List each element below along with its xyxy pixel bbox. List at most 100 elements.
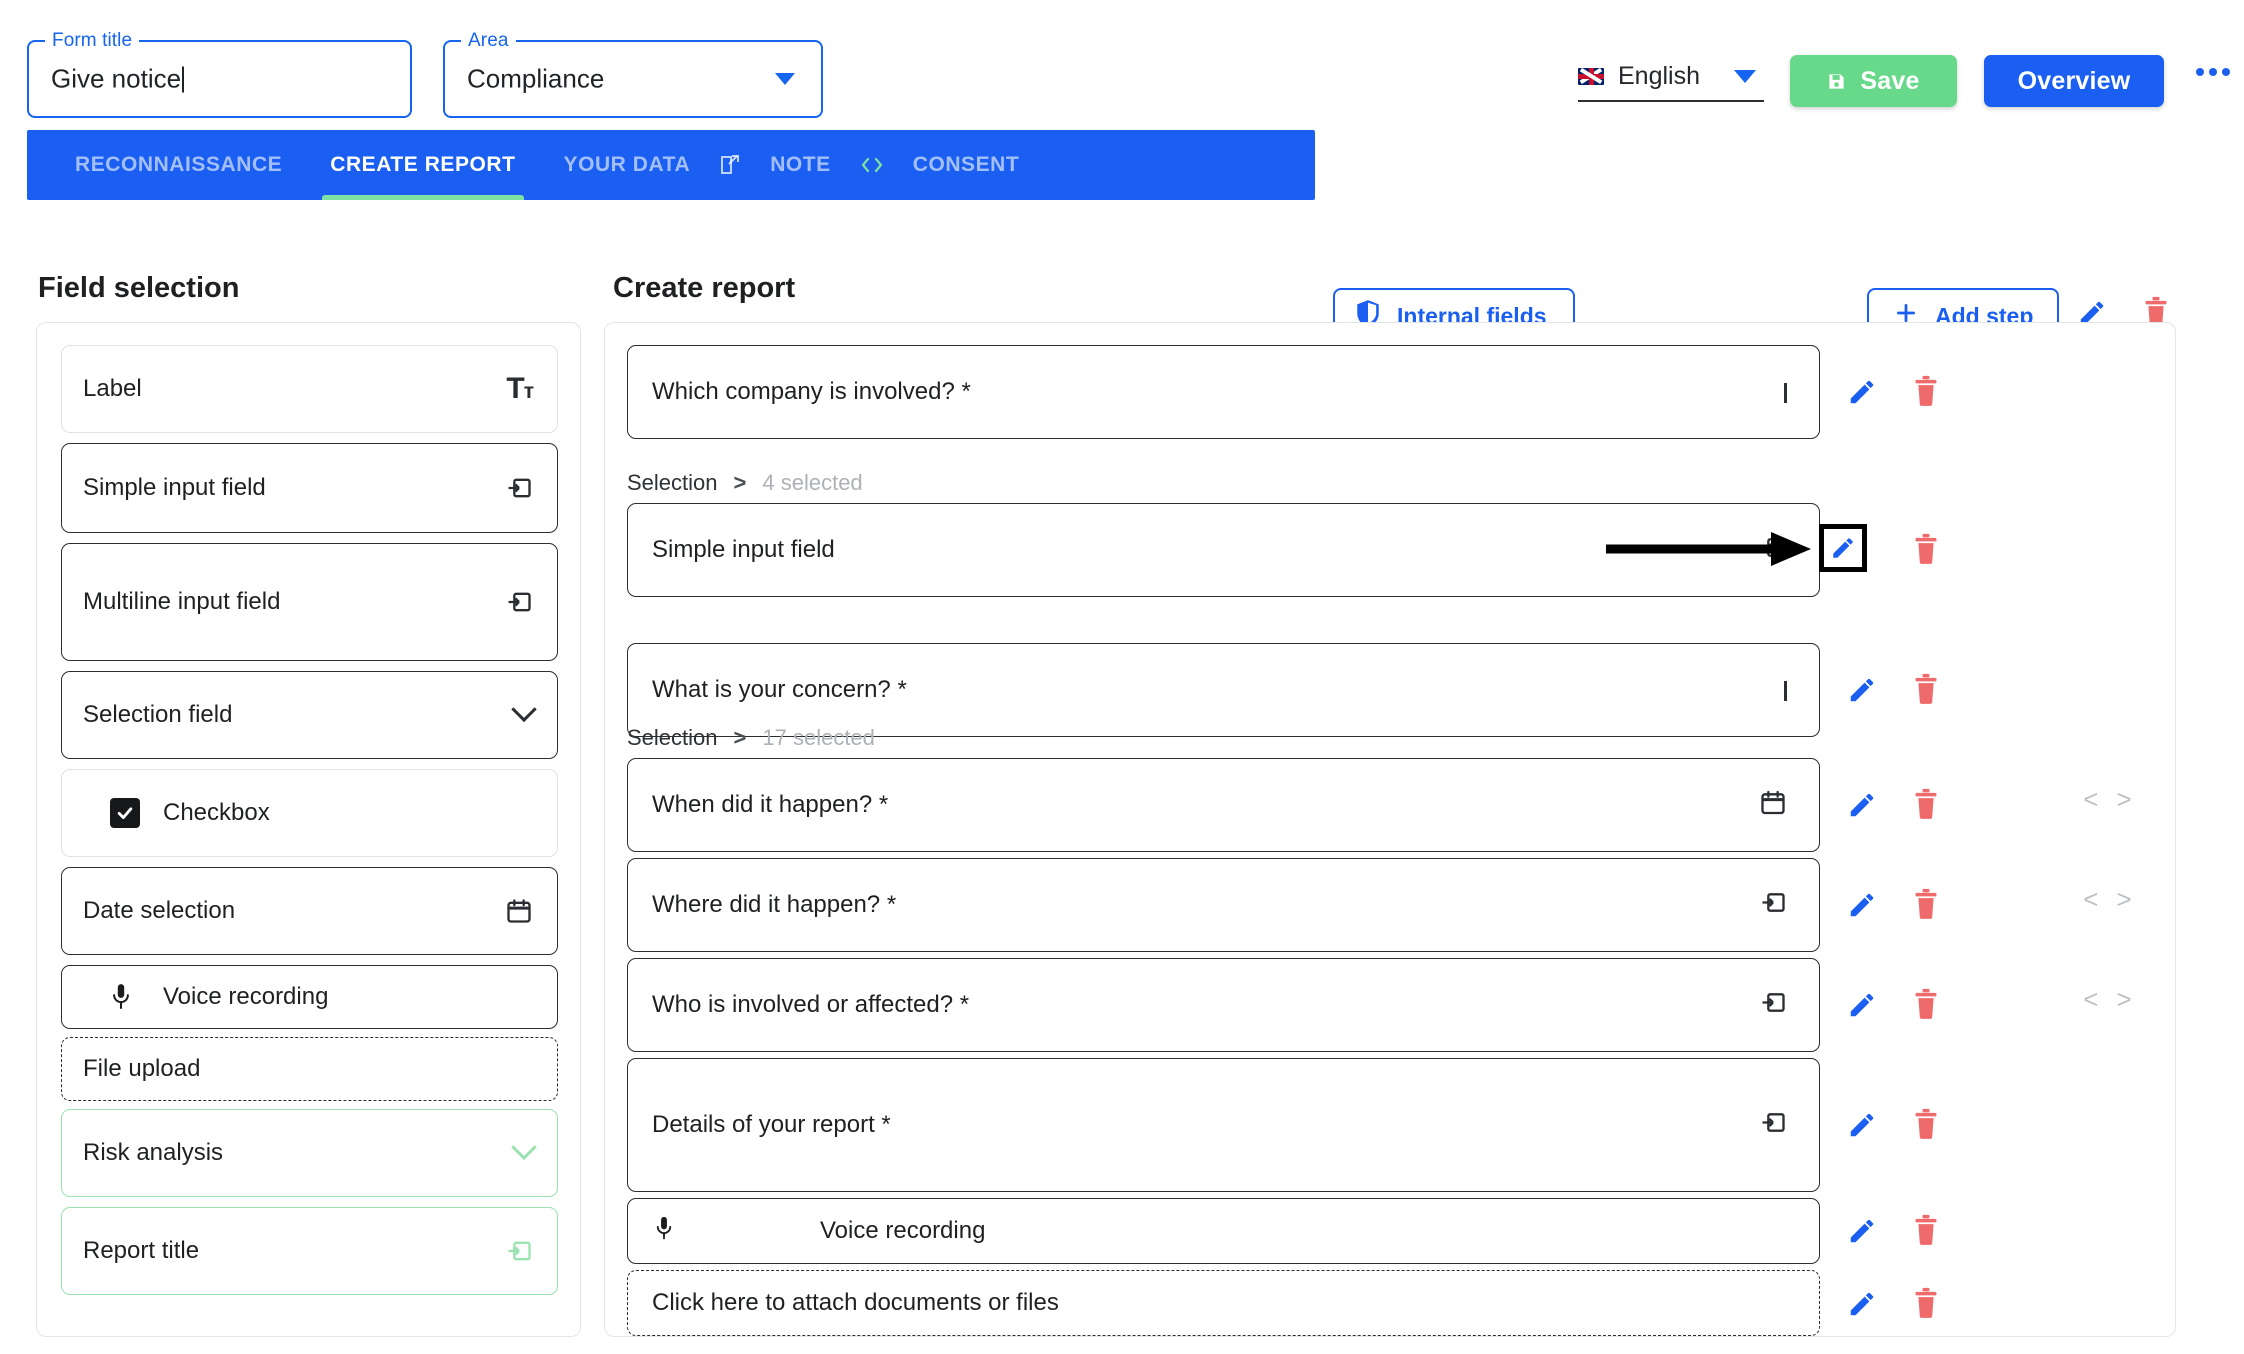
- row-edit-button[interactable]: [1847, 1216, 1877, 1251]
- field-item-selection-field[interactable]: Selection field: [61, 671, 558, 759]
- row-edit-button[interactable]: [1847, 675, 1877, 710]
- create-report-panel: Which company is involved? * Selection >…: [604, 322, 2176, 1337]
- form-title-legend: Form title: [45, 30, 140, 52]
- report-row-label: What is your concern? *: [652, 676, 907, 703]
- field-item-simple-input[interactable]: Simple input field: [61, 443, 558, 533]
- selection-info-key: Selection: [627, 470, 718, 495]
- code-brackets-icon[interactable]: [855, 154, 889, 176]
- more-horizontal-icon[interactable]: [2196, 68, 2230, 76]
- field-item-voice-recording[interactable]: Voice recording: [61, 965, 558, 1029]
- area-select[interactable]: Area Compliance: [443, 30, 823, 118]
- field-selection-panel: Label Tт Simple input field Multiline in…: [36, 322, 581, 1337]
- chevron-down-icon: [1784, 681, 1787, 701]
- tab-bar-wrapper: RECONNAISSANCE CREATE REPORT YOUR DATA N…: [0, 130, 2244, 344]
- report-row-file-upload[interactable]: Click here to attach documents or files: [627, 1270, 1820, 1336]
- report-row-who-involved[interactable]: Who is involved or affected? *: [627, 958, 1820, 1052]
- save-disk-icon: [1827, 72, 1846, 91]
- row-code-button[interactable]: < >: [2083, 986, 2133, 1016]
- chevron-down-icon: [1784, 383, 1787, 403]
- calendar-icon: [505, 897, 533, 925]
- row-edit-button[interactable]: [1847, 377, 1877, 412]
- overview-label: Overview: [2017, 66, 2131, 95]
- row-delete-button[interactable]: [1912, 1108, 1940, 1145]
- selection-info-value: 4 selected: [762, 470, 863, 495]
- chevron-down-icon: [511, 696, 537, 724]
- tab-note[interactable]: NOTE: [746, 130, 855, 200]
- field-item-checkbox[interactable]: Checkbox: [61, 769, 558, 857]
- calendar-icon: [1759, 789, 1787, 822]
- chevron-right-icon: >: [733, 470, 747, 495]
- form-title-field[interactable]: Form title Give notice: [27, 30, 412, 118]
- report-row-where-happen[interactable]: Where did it happen? *: [627, 858, 1820, 952]
- row-delete-button[interactable]: [1912, 988, 1940, 1025]
- tab-consent[interactable]: CONSENT: [889, 130, 1044, 200]
- row-edit-button[interactable]: [1847, 1110, 1877, 1145]
- report-row-label: Details of your report *: [652, 1111, 891, 1138]
- report-row-when-happen[interactable]: When did it happen? *: [627, 758, 1820, 852]
- tab-your-data[interactable]: YOUR DATA: [540, 130, 715, 200]
- field-item-label-text: Risk analysis: [83, 1139, 224, 1166]
- field-item-label[interactable]: Label Tт: [61, 345, 558, 433]
- save-button[interactable]: Save: [1790, 55, 1957, 107]
- text-size-icon: Tт: [506, 372, 534, 405]
- row-code-button[interactable]: < >: [2083, 786, 2133, 816]
- report-row-details[interactable]: Details of your report *: [627, 1058, 1820, 1192]
- input-field-icon: [505, 588, 533, 616]
- text-caret: [182, 66, 185, 93]
- input-field-icon: [505, 474, 533, 502]
- field-item-risk-analysis[interactable]: Risk analysis: [61, 1109, 558, 1197]
- report-row-what-concern[interactable]: What is your concern? *: [627, 643, 1820, 737]
- report-row-which-company[interactable]: Which company is involved? *: [627, 345, 1820, 439]
- area-value: Compliance: [467, 63, 605, 94]
- tab-create-report[interactable]: CREATE REPORT: [306, 130, 539, 200]
- report-row-voice-recording[interactable]: Voice recording: [627, 1198, 1820, 1264]
- row-code-button[interactable]: < >: [2083, 886, 2133, 916]
- field-item-date-selection[interactable]: Date selection: [61, 867, 558, 955]
- chevron-down-icon[interactable]: [1734, 69, 1756, 83]
- report-row-label: Voice recording: [820, 1217, 986, 1244]
- language-label: English: [1618, 61, 1700, 90]
- field-item-multiline-input[interactable]: Multiline input field: [61, 543, 558, 661]
- tab-reconnaissance[interactable]: RECONNAISSANCE: [51, 130, 306, 200]
- field-item-label-text: Report title: [83, 1237, 200, 1264]
- field-item-report-title[interactable]: Report title: [61, 1207, 558, 1295]
- field-item-label-text: Multiline input field: [83, 588, 281, 615]
- field-item-label-text: Label: [83, 375, 142, 402]
- chevron-down-icon[interactable]: [775, 73, 795, 85]
- checkbox-checked-icon: [110, 798, 140, 828]
- chevron-down-icon: [511, 1134, 537, 1162]
- row-delete-button[interactable]: [1912, 1287, 1940, 1324]
- top-bar: Form title Give notice Area Compliance E…: [0, 0, 2244, 130]
- chevron-right-icon: >: [733, 725, 747, 750]
- field-item-label-text: File upload: [83, 1055, 201, 1082]
- row-delete-button[interactable]: [1912, 673, 1940, 710]
- row-delete-button[interactable]: [1912, 788, 1940, 825]
- field-item-label-text: Voice recording: [163, 983, 329, 1010]
- input-field-icon: [1759, 889, 1787, 922]
- report-row-label: Where did it happen? *: [652, 891, 897, 918]
- report-row-simple-input[interactable]: Simple input field: [627, 503, 1820, 597]
- save-label: Save: [1860, 66, 1920, 95]
- field-item-file-upload[interactable]: File upload: [61, 1037, 558, 1101]
- tab-bar: RECONNAISSANCE CREATE REPORT YOUR DATA N…: [27, 130, 1315, 200]
- field-item-label-text: Simple input field: [83, 474, 266, 501]
- input-field-icon: [1759, 1109, 1787, 1142]
- external-link-icon[interactable]: [714, 153, 746, 177]
- row-delete-button[interactable]: [1912, 1214, 1940, 1251]
- row-edit-button[interactable]: [1847, 990, 1877, 1025]
- form-title-value: Give notice: [51, 64, 185, 95]
- row-delete-button[interactable]: [1912, 888, 1940, 925]
- report-row-label: Which company is involved? *: [652, 378, 971, 405]
- selection-info: Selection > 17 selected: [627, 725, 875, 751]
- row-edit-button[interactable]: [1847, 1289, 1877, 1324]
- row-edit-button[interactable]: [1847, 790, 1877, 825]
- row-delete-button[interactable]: [1912, 375, 1940, 412]
- selection-info-value: 17 selected: [762, 725, 875, 750]
- field-item-label-text: Selection field: [83, 701, 233, 728]
- input-field-icon: [1759, 534, 1787, 567]
- report-row-label: Who is involved or affected? *: [652, 991, 970, 1018]
- language-selector[interactable]: English: [1578, 52, 1764, 102]
- row-delete-button[interactable]: [1912, 533, 1940, 570]
- row-edit-button[interactable]: [1847, 890, 1877, 925]
- overview-button[interactable]: Overview: [1984, 55, 2164, 107]
